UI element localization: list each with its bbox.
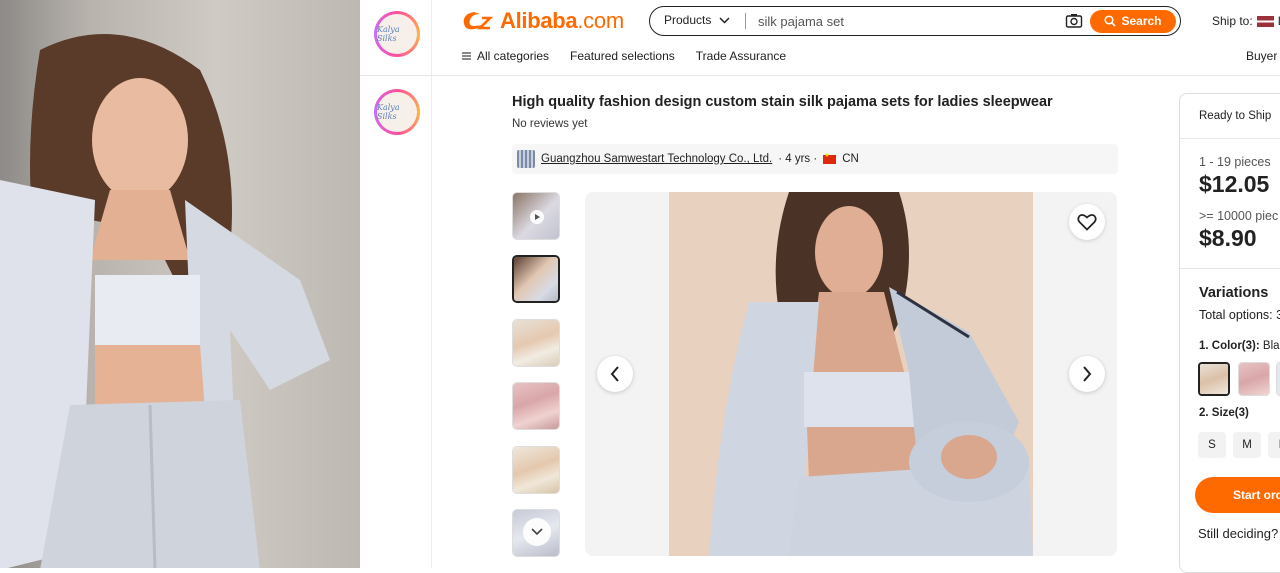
thumbnail-image-4[interactable] xyxy=(512,382,560,431)
thumbnail-image-3[interactable] xyxy=(512,318,560,367)
video-model-image xyxy=(0,34,330,568)
color-swatch-3[interactable] xyxy=(1276,362,1280,396)
flag-icon xyxy=(823,152,837,164)
color-label: 1. Color(3): xyxy=(1199,340,1260,352)
panel-divider xyxy=(1180,138,1280,139)
thumbnail-image-5[interactable] xyxy=(512,445,560,494)
price-tier-1-range: 1 - 19 pieces xyxy=(1199,155,1271,169)
search-button[interactable]: Search xyxy=(1090,9,1176,33)
thumbnail-video[interactable] xyxy=(512,192,560,240)
start-order-button[interactable]: Start ord xyxy=(1195,477,1280,513)
search-icon xyxy=(1104,15,1117,27)
menu-icon xyxy=(462,52,471,60)
ready-to-ship-label: Ready to Ship xyxy=(1199,110,1272,122)
logo-mark-icon xyxy=(463,12,494,30)
ship-to-selector[interactable]: Ship to: LV xyxy=(1212,14,1280,28)
nav-trade-assurance[interactable]: Trade Assurance xyxy=(696,49,786,63)
site-header: Alibaba.com Products Search Ship to: LV … xyxy=(432,0,1280,76)
thumbnail-image xyxy=(513,383,559,430)
shop-avatar-secondary[interactable]: Kalya Silks xyxy=(374,89,420,135)
color-swatch-2[interactable] xyxy=(1238,362,1270,396)
favorite-button[interactable] xyxy=(1069,204,1105,240)
size-label: 2. Size(3) xyxy=(1199,407,1249,419)
product-title: High quality fashion design custom stain… xyxy=(512,94,1053,110)
supplier-logo xyxy=(517,150,535,168)
supplier-years: · 4 yrs · xyxy=(778,153,818,165)
chevron-right-icon xyxy=(1083,366,1092,382)
nav-featured-selections[interactable]: Featured selections xyxy=(570,49,675,63)
nav-label: All categories xyxy=(477,49,550,63)
product-video-panel[interactable] xyxy=(0,0,360,568)
nav-all-categories[interactable]: All categories xyxy=(462,49,549,63)
flag-icon xyxy=(1256,15,1274,27)
supplier-country: CN xyxy=(842,153,859,165)
total-options: Total options: 3 xyxy=(1199,308,1280,322)
thumbnail-list xyxy=(512,192,560,572)
color-swatch-1[interactable] xyxy=(1198,362,1230,396)
chevron-down-icon xyxy=(719,16,730,24)
next-image-button[interactable] xyxy=(1069,356,1105,392)
search-bar: Products Search xyxy=(649,6,1181,36)
camera-icon[interactable] xyxy=(1065,12,1083,30)
price-tier-2-value: $8.90 xyxy=(1199,225,1257,251)
reviews-status[interactable]: No reviews yet xyxy=(512,118,587,130)
swatch-image xyxy=(1200,364,1228,394)
panel-divider xyxy=(1180,268,1280,269)
color-option-row: 1. Color(3): Blac xyxy=(1199,340,1280,352)
play-icon xyxy=(530,210,544,224)
search-divider xyxy=(745,13,746,29)
shop-avatar-text-secondary: Kalya Silks xyxy=(377,92,417,132)
chevron-down-icon xyxy=(531,528,543,536)
still-deciding-text: Still deciding? xyxy=(1198,526,1279,541)
search-input[interactable] xyxy=(758,12,1058,30)
shop-avatar-strip: Kalya Silks Kalya Silks xyxy=(360,0,432,568)
thumbnail-image xyxy=(513,319,559,366)
swatch-image xyxy=(1239,363,1269,395)
color-selected-value: Blac xyxy=(1262,340,1280,352)
size-option-l[interactable]: L xyxy=(1268,432,1280,458)
main-product-image xyxy=(669,192,1033,556)
search-category-label: Products xyxy=(664,13,712,27)
supplier-name-link[interactable]: Guangzhou Samwestart Technology Co., Ltd… xyxy=(541,153,772,165)
chevron-left-icon xyxy=(610,366,619,382)
price-tier-2-range: >= 10000 piec xyxy=(1199,209,1279,223)
search-button-label: Search xyxy=(1121,14,1162,28)
heart-icon xyxy=(1077,214,1097,231)
shop-avatar[interactable]: Kalya Silks xyxy=(374,11,420,57)
search-category-select[interactable]: Products xyxy=(664,13,730,27)
thumbnail-image xyxy=(514,257,558,302)
size-option-m[interactable]: M xyxy=(1233,432,1261,458)
variations-heading: Variations xyxy=(1199,285,1269,301)
shop-avatar-text: Kalya Silks xyxy=(377,14,417,54)
header-nav: All categories Featured selections Trade… xyxy=(462,49,786,63)
thumbnail-image-6[interactable] xyxy=(512,508,560,557)
nav-buyer-central[interactable]: Buyer C xyxy=(1246,49,1280,63)
price-tier-1-value: $12.05 xyxy=(1199,171,1270,197)
main-image-viewer xyxy=(585,192,1117,556)
thumbnail-scroll-down[interactable] xyxy=(523,517,551,546)
thumbnail-image-2[interactable] xyxy=(512,255,560,304)
thumbnail-image xyxy=(513,446,559,493)
size-option-s[interactable]: S xyxy=(1198,432,1226,458)
strip-divider xyxy=(360,75,432,76)
alibaba-logo[interactable]: Alibaba.com xyxy=(460,8,624,34)
previous-image-button[interactable] xyxy=(597,356,633,392)
ship-to-label: Ship to: xyxy=(1212,14,1253,28)
supplier-bar: Guangzhou Samwestart Technology Co., Ltd… xyxy=(512,144,1118,174)
logo-text: Alibaba.com xyxy=(500,8,624,33)
